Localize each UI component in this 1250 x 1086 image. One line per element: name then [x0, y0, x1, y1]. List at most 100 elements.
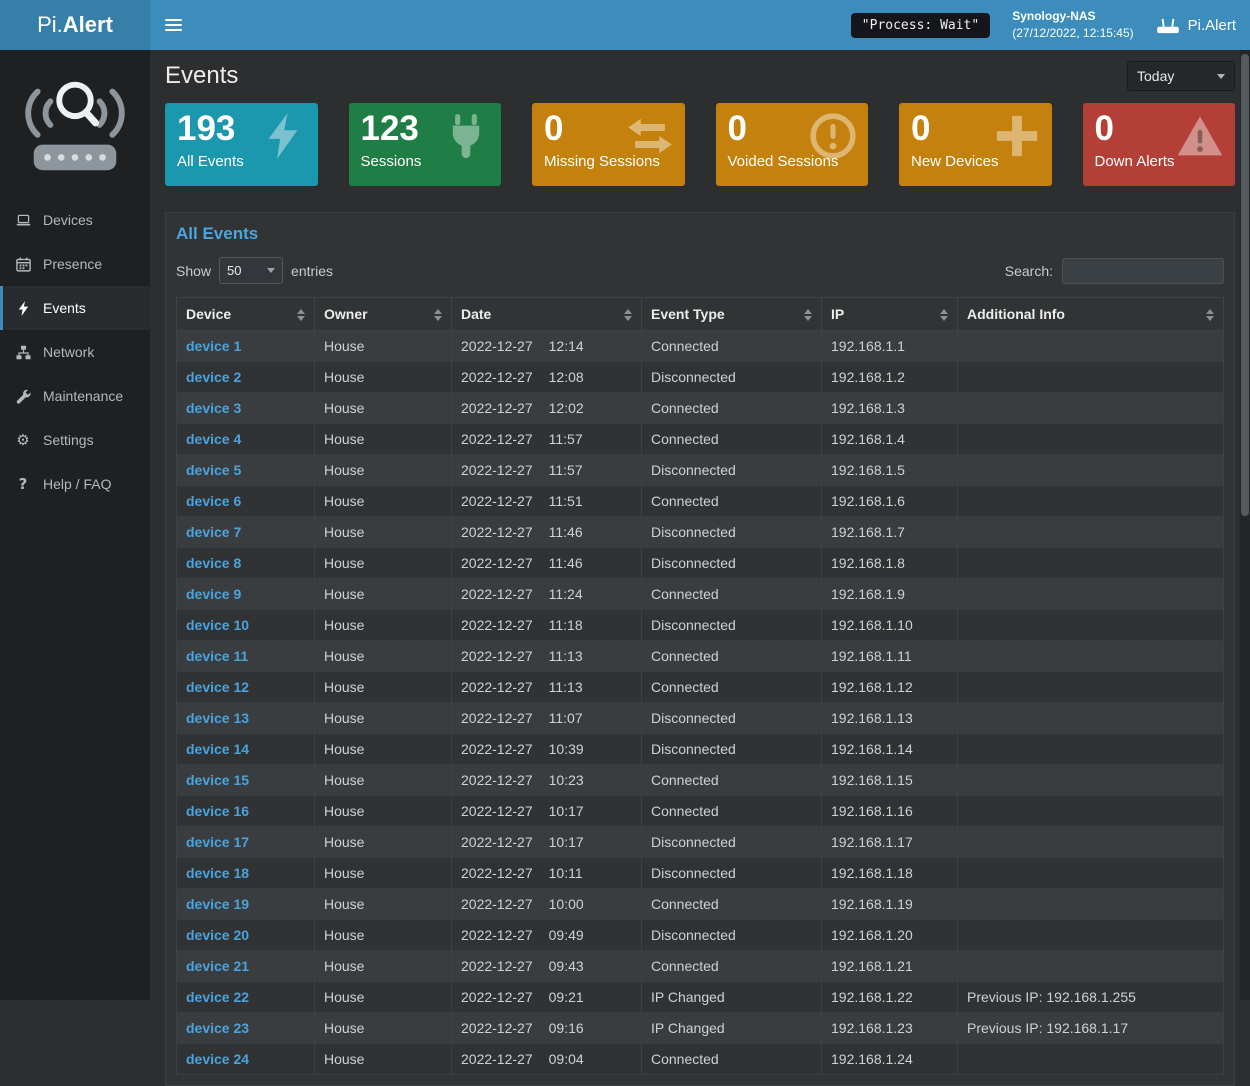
event-type-cell: Connected	[642, 424, 822, 455]
device-link[interactable]: device 21	[186, 958, 249, 974]
hamburger-menu-icon[interactable]	[150, 0, 196, 50]
sidebar-item-devices[interactable]: Devices	[0, 198, 150, 242]
owner-cell: House	[315, 982, 452, 1013]
table-row: device 1House2022-12-2712:14Connected192…	[177, 331, 1224, 362]
device-link[interactable]: device 10	[186, 617, 249, 633]
show-label: Show	[176, 263, 211, 279]
device-link[interactable]: device 5	[186, 462, 241, 478]
ip-cell: 192.168.1.22	[822, 982, 958, 1013]
sort-icon	[297, 309, 305, 321]
event-type-cell: Connected	[642, 1044, 822, 1075]
card-voided-sessions[interactable]: 0Voided Sessions	[716, 103, 869, 186]
date-cell: 2022-12-2710:23	[452, 765, 642, 796]
owner-cell: House	[315, 951, 452, 982]
info-cell	[958, 362, 1224, 393]
brand-logo[interactable]: Pi.Alert	[0, 0, 150, 50]
search-input[interactable]	[1062, 258, 1224, 284]
ip-cell: 192.168.1.17	[822, 827, 958, 858]
device-link[interactable]: device 3	[186, 400, 241, 416]
right-brand-label: Pi.Alert	[1188, 17, 1236, 34]
column-header-date[interactable]: Date	[452, 298, 642, 331]
ip-cell: 192.168.1.16	[822, 796, 958, 827]
device-link[interactable]: device 2	[186, 369, 241, 385]
question-icon: ?	[14, 477, 32, 492]
column-header-owner[interactable]: Owner	[315, 298, 452, 331]
date-cell: 2022-12-2711:07	[452, 703, 642, 734]
sidebar-item-presence[interactable]: Presence	[0, 242, 150, 286]
device-link[interactable]: device 22	[186, 989, 249, 1005]
device-link[interactable]: device 17	[186, 834, 249, 850]
device-link[interactable]: device 9	[186, 586, 241, 602]
device-link[interactable]: device 11	[186, 648, 248, 664]
device-link[interactable]: device 7	[186, 524, 241, 540]
device-link[interactable]: device 18	[186, 865, 249, 881]
sidebar-item-maintenance[interactable]: Maintenance	[0, 374, 150, 418]
ip-cell: 192.168.1.7	[822, 517, 958, 548]
exchange-icon	[627, 113, 673, 159]
device-link[interactable]: device 23	[186, 1020, 249, 1036]
column-header-event-type[interactable]: Event Type	[642, 298, 822, 331]
device-link[interactable]: device 14	[186, 741, 249, 757]
table-row: device 6House2022-12-2711:51Connected192…	[177, 486, 1224, 517]
main-header: Events Today	[150, 50, 1250, 103]
ip-cell: 192.168.1.11	[822, 641, 958, 672]
date-cell: 2022-12-2711:18	[452, 610, 642, 641]
period-select[interactable]: Today	[1127, 61, 1235, 91]
panel-title: All Events	[166, 213, 1234, 248]
scrollbar-thumb[interactable]	[1241, 54, 1249, 516]
device-link[interactable]: device 19	[186, 896, 249, 912]
device-link[interactable]: device 24	[186, 1051, 249, 1067]
card-missing-sessions[interactable]: 0Missing Sessions	[532, 103, 685, 186]
device-link[interactable]: device 16	[186, 803, 249, 819]
device-link[interactable]: device 20	[186, 927, 249, 943]
table-row: device 12House2022-12-2711:13Connected19…	[177, 672, 1224, 703]
owner-cell: House	[315, 579, 452, 610]
page-size-select[interactable]: 50	[219, 257, 283, 284]
event-type-cell: Connected	[642, 331, 822, 362]
column-header-ip[interactable]: IP	[822, 298, 958, 331]
card-sessions[interactable]: 123Sessions	[349, 103, 502, 186]
ip-cell: 192.168.1.20	[822, 920, 958, 951]
device-link[interactable]: device 13	[186, 710, 249, 726]
info-cell	[958, 331, 1224, 362]
column-header-additional-info[interactable]: Additional Info	[958, 298, 1224, 331]
device-link[interactable]: device 8	[186, 555, 241, 571]
column-label: Additional Info	[967, 306, 1065, 322]
process-status-badge[interactable]: "Process: Wait"	[851, 13, 990, 38]
sidebar-item-network[interactable]: Network	[0, 330, 150, 374]
sidebar-item-settings[interactable]: ⚙Settings	[0, 418, 150, 462]
sidebar-item-label: Network	[43, 344, 94, 360]
card-new-devices[interactable]: 0New Devices	[899, 103, 1052, 186]
device-link[interactable]: device 1	[186, 338, 241, 354]
card-all-events[interactable]: 193All Events	[165, 103, 318, 186]
table-row: device 18House2022-12-2710:11Disconnecte…	[177, 858, 1224, 889]
column-header-device[interactable]: Device	[177, 298, 315, 331]
device-link[interactable]: device 12	[186, 679, 249, 695]
date-cell: 2022-12-2712:08	[452, 362, 642, 393]
scrollbar[interactable]	[1240, 50, 1250, 1000]
sidebar-item-events[interactable]: Events	[0, 286, 150, 330]
owner-cell: House	[315, 548, 452, 579]
event-type-cell: Connected	[642, 641, 822, 672]
device-link[interactable]: device 15	[186, 772, 249, 788]
table-row: device 23House2022-12-2709:16IP Changed1…	[177, 1013, 1224, 1044]
host-name: Synology-NAS	[1012, 8, 1133, 25]
event-type-cell: Disconnected	[642, 703, 822, 734]
topbar-brand-right[interactable]: Pi.Alert	[1156, 17, 1236, 34]
device-link[interactable]: device 4	[186, 431, 241, 447]
info-cell	[958, 951, 1224, 982]
column-label: Device	[186, 306, 231, 322]
sidebar-item-help-faq[interactable]: ?Help / FAQ	[0, 462, 150, 506]
ip-cell: 192.168.1.18	[822, 858, 958, 889]
table-row: device 4House2022-12-2711:57Connected192…	[177, 424, 1224, 455]
plug-icon	[443, 113, 489, 159]
card-down-alerts[interactable]: 0Down Alerts	[1083, 103, 1236, 186]
event-type-cell: Disconnected	[642, 517, 822, 548]
device-link[interactable]: device 6	[186, 493, 241, 509]
warning-icon	[1177, 113, 1223, 159]
sort-icon	[804, 309, 812, 321]
info-cell	[958, 858, 1224, 889]
info-cell	[958, 827, 1224, 858]
owner-cell: House	[315, 424, 452, 455]
event-type-cell: Disconnected	[642, 858, 822, 889]
